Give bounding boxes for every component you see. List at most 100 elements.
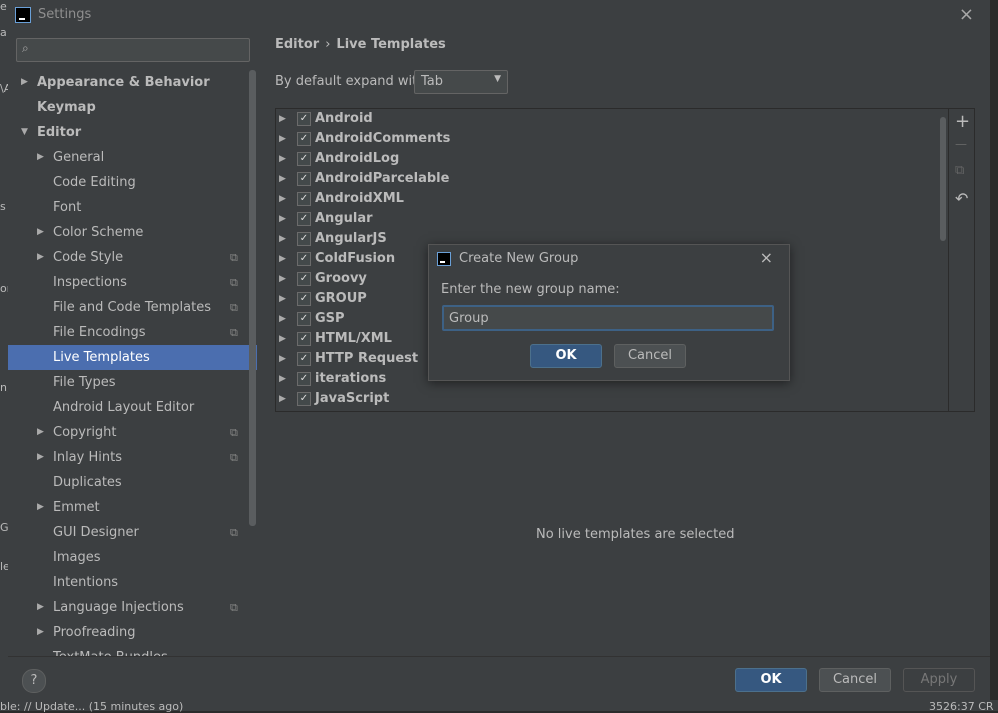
- cancel-button[interactable]: Cancel: [819, 668, 891, 692]
- chevron-right-icon[interactable]: ▶: [21, 70, 28, 95]
- sidebar-item[interactable]: Inspections ⧉: [8, 270, 257, 295]
- chevron-right-icon[interactable]: ▶: [37, 620, 44, 645]
- template-group-checkbox[interactable]: ✓: [297, 312, 311, 326]
- close-icon[interactable]: ×: [959, 4, 974, 25]
- sidebar-item[interactable]: File Types: [8, 370, 257, 395]
- template-group-row[interactable]: ▶ ✓ Android: [276, 109, 936, 129]
- template-group-checkbox[interactable]: ✓: [297, 212, 311, 226]
- close-icon[interactable]: ×: [760, 248, 773, 267]
- sidebar-item[interactable]: Code Editing: [8, 170, 257, 195]
- chevron-right-icon[interactable]: ▶: [37, 245, 44, 270]
- chevron-right-icon[interactable]: ▶: [37, 495, 44, 520]
- template-group-checkbox[interactable]: ✓: [297, 292, 311, 306]
- sidebar-item[interactable]: File and Code Templates ⧉: [8, 295, 257, 320]
- chevron-right-icon[interactable]: ▶: [279, 369, 286, 389]
- group-name-input[interactable]: [442, 305, 774, 331]
- sidebar-item[interactable]: Android Layout Editor: [8, 395, 257, 420]
- template-group-checkbox[interactable]: ✓: [297, 112, 311, 126]
- chevron-right-icon[interactable]: ▶: [279, 269, 286, 289]
- sidebar-item[interactable]: Live Templates: [8, 345, 257, 370]
- sidebar-item[interactable]: GUI Designer ⧉: [8, 520, 257, 545]
- sidebar-item[interactable]: Keymap: [8, 95, 257, 120]
- template-group-checkbox[interactable]: ✓: [297, 252, 311, 266]
- chevron-right-icon[interactable]: ▶: [279, 169, 286, 189]
- template-group-label: HTTP Request: [315, 351, 419, 366]
- sidebar-item-label: Keymap: [37, 100, 96, 115]
- sidebar-item[interactable]: ▶ Emmet: [8, 495, 257, 520]
- search-icon: ⌕: [22, 41, 29, 55]
- chevron-right-icon[interactable]: ▶: [279, 289, 286, 309]
- templates-scrollbar[interactable]: [940, 117, 946, 241]
- chevron-right-icon[interactable]: ▶: [279, 109, 286, 129]
- chevron-right-icon[interactable]: ▶: [279, 189, 286, 209]
- sidebar-item[interactable]: Images: [8, 545, 257, 570]
- sidebar-item-label: Android Layout Editor: [53, 400, 195, 415]
- dialog-ok-button[interactable]: OK: [530, 344, 602, 368]
- chevron-right-icon[interactable]: ▶: [279, 349, 286, 369]
- add-icon[interactable]: +: [955, 111, 970, 132]
- sidebar-scrollbar[interactable]: [249, 70, 256, 526]
- ok-button[interactable]: OK: [735, 668, 807, 692]
- sidebar-item[interactable]: Intentions: [8, 570, 257, 595]
- chevron-right-icon[interactable]: ▶: [37, 595, 44, 620]
- template-group-row[interactable]: ▶ ✓ AndroidLog: [276, 149, 936, 169]
- sidebar-item[interactable]: ▶ Language Injections ⧉: [8, 595, 257, 620]
- sidebar-item[interactable]: ▶ Copyright ⧉: [8, 420, 257, 445]
- template-group-checkbox[interactable]: ✓: [297, 192, 311, 206]
- sidebar-item-label: Editor: [37, 125, 82, 140]
- intellij-logo-icon: [15, 7, 31, 23]
- copy-icon[interactable]: ⧉: [955, 163, 964, 178]
- sidebar-item[interactable]: ▶ Color Scheme: [8, 220, 257, 245]
- template-group-checkbox[interactable]: ✓: [297, 172, 311, 186]
- sidebar-item[interactable]: ▶ Appearance & Behavior: [8, 70, 257, 95]
- chevron-right-icon[interactable]: ▶: [37, 145, 44, 170]
- template-group-checkbox[interactable]: ✓: [297, 392, 311, 406]
- remove-icon[interactable]: —: [955, 137, 967, 151]
- sidebar-item[interactable]: ▶ Proofreading: [8, 620, 257, 645]
- sidebar-item[interactable]: ▶ General: [8, 145, 257, 170]
- sidebar-item[interactable]: ▶ Code Style ⧉: [8, 245, 257, 270]
- template-group-row[interactable]: ▶ ✓ JavaScript: [276, 389, 936, 409]
- sidebar-item[interactable]: ▼ Editor: [8, 120, 257, 145]
- dialog-cancel-button[interactable]: Cancel: [614, 344, 686, 368]
- sidebar-item[interactable]: TextMate Bundles: [8, 645, 257, 656]
- template-group-label: AndroidXML: [315, 191, 404, 206]
- project-scope-icon: ⧉: [230, 601, 238, 614]
- template-group-label: AngularJS: [315, 231, 387, 246]
- template-group-checkbox[interactable]: ✓: [297, 152, 311, 166]
- sidebar-item[interactable]: File Encodings ⧉: [8, 320, 257, 345]
- chevron-right-icon[interactable]: ▶: [279, 249, 286, 269]
- settings-search-input[interactable]: ⌕: [16, 38, 250, 62]
- restore-icon[interactable]: ↶: [955, 189, 968, 208]
- chevron-right-icon[interactable]: ▶: [279, 129, 286, 149]
- sidebar-item[interactable]: Duplicates: [8, 470, 257, 495]
- template-group-row[interactable]: ▶ ✓ AndroidXML: [276, 189, 936, 209]
- chevron-right-icon[interactable]: ▶: [279, 329, 286, 349]
- template-group-row[interactable]: ▶ ✓ AndroidComments: [276, 129, 936, 149]
- template-group-checkbox[interactable]: ✓: [297, 272, 311, 286]
- sidebar-item[interactable]: Font: [8, 195, 257, 220]
- window-title: Settings: [38, 7, 92, 22]
- chevron-right-icon[interactable]: ▶: [37, 445, 44, 470]
- template-group-checkbox[interactable]: ✓: [297, 232, 311, 246]
- template-group-row[interactable]: ▶ ✓ Angular: [276, 209, 936, 229]
- template-group-checkbox[interactable]: ✓: [297, 372, 311, 386]
- chevron-right-icon[interactable]: ▶: [279, 309, 286, 329]
- chevron-right-icon[interactable]: ▶: [279, 389, 286, 409]
- template-group-checkbox[interactable]: ✓: [297, 332, 311, 346]
- chevron-right-icon[interactable]: ▶: [279, 149, 286, 169]
- template-group-row[interactable]: ▶ ✓ AndroidParcelable: [276, 169, 936, 189]
- chevron-down-icon[interactable]: ▼: [21, 120, 28, 145]
- help-button[interactable]: ?: [22, 669, 46, 693]
- apply-button[interactable]: Apply: [903, 668, 975, 692]
- dialog-footer: ? OK Cancel Apply: [8, 656, 990, 701]
- sidebar-item[interactable]: ▶ Inlay Hints ⧉: [8, 445, 257, 470]
- template-group-checkbox[interactable]: ✓: [297, 132, 311, 146]
- chevron-right-icon[interactable]: ▶: [279, 209, 286, 229]
- expand-with-select[interactable]: Tab ▼: [414, 70, 508, 94]
- template-group-checkbox[interactable]: ✓: [297, 352, 311, 366]
- chevron-right-icon[interactable]: ▶: [37, 420, 44, 445]
- chevron-right-icon[interactable]: ▶: [37, 220, 44, 245]
- no-selection-message: No live templates are selected: [536, 527, 735, 542]
- chevron-right-icon[interactable]: ▶: [279, 229, 286, 249]
